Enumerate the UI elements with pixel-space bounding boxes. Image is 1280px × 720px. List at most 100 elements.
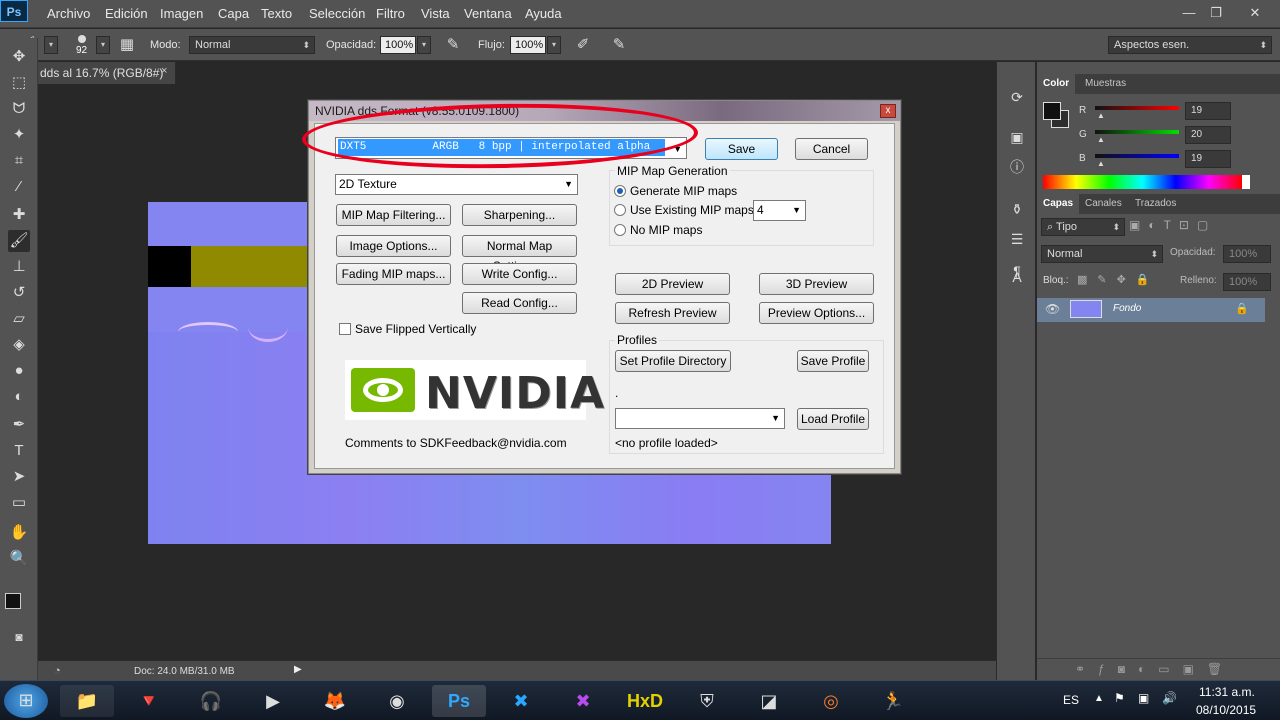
brush-preset-picker[interactable]: 92: [68, 33, 96, 59]
explorer-task-icon[interactable]: 📁: [60, 685, 114, 717]
start-button[interactable]: ⊞: [4, 684, 48, 718]
healing-brush-tool-icon[interactable]: ✚: [8, 204, 30, 226]
menu-seleccion[interactable]: Selección: [309, 6, 365, 21]
rectangle-tool-icon[interactable]: ▭: [8, 492, 30, 514]
xnview-task-icon[interactable]: ✖: [494, 685, 548, 717]
blender-task-icon[interactable]: ◎: [804, 685, 858, 717]
history-panel-icon[interactable]: ⟳: [1006, 86, 1028, 108]
layer-filter-select[interactable]: ⌕ Tipo ⬍: [1041, 218, 1125, 236]
lasso-tool-icon[interactable]: ᗢ: [8, 98, 30, 120]
blur-tool-icon[interactable]: ●: [8, 360, 30, 382]
load-profile-button[interactable]: Load Profile: [797, 408, 869, 430]
brush-presets-icon[interactable]: ▣: [1006, 126, 1028, 148]
layer-opacity-field[interactable]: 100%: [1223, 245, 1271, 263]
app-task-icon[interactable]: 🔻: [122, 685, 176, 717]
brush-size-dropdown[interactable]: ▾: [96, 36, 110, 54]
app2-task-icon[interactable]: ◉: [370, 685, 424, 717]
marquee-tool-icon[interactable]: ⬚: [8, 72, 30, 94]
menu-capa[interactable]: Capa: [218, 6, 249, 21]
foreground-color-swatch[interactable]: [5, 593, 21, 609]
network-icon[interactable]: ▣: [1138, 691, 1149, 705]
close-button[interactable]: ✕: [1242, 4, 1268, 22]
adjustments-icon[interactable]: ⚱: [1006, 198, 1028, 220]
minimize-button[interactable]: —: [1176, 4, 1202, 22]
eyedropper-tool-icon[interactable]: ⁄: [8, 176, 30, 198]
document-tab[interactable]: dds al 16.7% (RGB/8#) ×: [38, 62, 176, 84]
info-panel-icon[interactable]: ⓘ: [1006, 156, 1028, 178]
status-menu-arrow-icon[interactable]: ▶: [294, 664, 302, 675]
set-profile-directory-button[interactable]: Set Profile Directory: [615, 350, 731, 372]
player-task-icon[interactable]: ▶: [246, 685, 300, 717]
action-center-icon[interactable]: ⚑: [1114, 691, 1125, 705]
fill-field[interactable]: 100%: [1223, 273, 1271, 291]
layer-blend-select[interactable]: Normal ⬍: [1041, 245, 1163, 263]
path-selection-tool-icon[interactable]: ➤: [8, 466, 30, 488]
save-button[interactable]: Save: [705, 138, 778, 160]
pen-tool-icon[interactable]: ✒: [8, 414, 30, 436]
normal-map-settings-button[interactable]: Normal Map Settings...: [462, 235, 577, 273]
status-icon[interactable]: ◔: [54, 665, 61, 677]
blue-value[interactable]: 19: [1185, 150, 1231, 168]
crop-tool-icon[interactable]: ⌗: [8, 150, 30, 172]
red-value[interactable]: 19: [1185, 102, 1231, 120]
fading-mip-maps-button[interactable]: Fading MIP maps...: [336, 263, 451, 285]
blue-track[interactable]: [1095, 154, 1179, 158]
photoshop-logo[interactable]: Ps: [0, 0, 28, 22]
media-task-icon[interactable]: 🎧: [184, 685, 238, 717]
x-app-task-icon[interactable]: ✖: [556, 685, 610, 717]
lock-icons[interactable]: ▩✎✥🔒: [1077, 273, 1160, 286]
green-track[interactable]: [1095, 130, 1179, 134]
red-thumb-icon[interactable]: ▲: [1097, 111, 1105, 120]
menu-filtro[interactable]: Filtro: [376, 6, 405, 21]
generate-mip-radio[interactable]: [614, 185, 626, 197]
texture-type-select[interactable]: 2D Texture ▼: [335, 174, 578, 195]
mip-count-select[interactable]: 4 ▼: [753, 200, 806, 221]
hand-tool-icon[interactable]: ✋: [8, 522, 30, 544]
character-icon[interactable]: A: [1006, 266, 1028, 288]
tab-capas[interactable]: Capas: [1037, 194, 1080, 214]
cancel-button[interactable]: Cancel: [795, 138, 868, 160]
brush-panel-icon[interactable]: ▦: [117, 35, 137, 55]
blue-slider[interactable]: B ▲ 19: [1037, 150, 1280, 172]
mode-select[interactable]: Normal ⬍: [189, 36, 315, 54]
photoshop-task-icon[interactable]: Ps: [432, 685, 486, 717]
menu-edicion[interactable]: Edición: [105, 6, 148, 21]
flow-field[interactable]: 100%: [510, 36, 546, 54]
2d-preview-button[interactable]: 2D Preview: [615, 273, 730, 295]
sharpening-button[interactable]: Sharpening...: [462, 204, 577, 226]
layer-filter-icons[interactable]: ▣◐T⊡▢: [1129, 218, 1216, 232]
workspace-select[interactable]: Aspectos esen. ⬍: [1108, 36, 1272, 54]
opacity-dropdown[interactable]: ▾: [417, 36, 431, 54]
menu-ventana[interactable]: Ventana: [464, 6, 512, 21]
restore-button[interactable]: ❐: [1203, 4, 1229, 22]
pressure-size-icon[interactable]: ✎: [609, 35, 629, 55]
menu-ayuda[interactable]: Ayuda: [525, 6, 562, 21]
preview-options-button[interactable]: Preview Options...: [759, 302, 874, 324]
zoom-tool-icon[interactable]: 🔍: [8, 548, 30, 570]
save-profile-button[interactable]: Save Profile: [797, 350, 869, 372]
brush-tool-icon[interactable]: 🖌: [8, 230, 30, 252]
image-options-button[interactable]: Image Options...: [336, 235, 451, 257]
save-flipped-checkbox[interactable]: [339, 323, 351, 335]
volume-icon[interactable]: 🔊: [1162, 691, 1177, 705]
airbrush-icon[interactable]: ✐: [573, 35, 593, 55]
menu-vista[interactable]: Vista: [421, 6, 450, 21]
quick-mask-icon[interactable]: ◙: [8, 626, 30, 648]
read-config-button[interactable]: Read Config...: [462, 292, 577, 314]
clock-time[interactable]: 11:31 a.m.: [1199, 685, 1255, 699]
history-brush-tool-icon[interactable]: ↺: [8, 282, 30, 304]
green-slider[interactable]: G ▲ 20: [1037, 126, 1280, 148]
hxd-task-icon[interactable]: HxD: [618, 685, 672, 717]
tray-expand-icon[interactable]: ▲: [1094, 693, 1104, 704]
red-track[interactable]: [1095, 106, 1179, 110]
write-config-button[interactable]: Write Config...: [462, 263, 577, 285]
eraser-tool-icon[interactable]: ▱: [8, 308, 30, 330]
green-thumb-icon[interactable]: ▲: [1097, 135, 1105, 144]
move-tool-icon[interactable]: ✥: [8, 46, 30, 68]
visibility-eye-icon[interactable]: 👁: [1045, 302, 1060, 316]
menu-imagen[interactable]: Imagen: [160, 6, 203, 21]
type-tool-icon[interactable]: T: [8, 440, 30, 462]
blue-thumb-icon[interactable]: ▲: [1097, 159, 1105, 168]
app5-task-icon[interactable]: 🏃: [866, 685, 920, 717]
refresh-preview-button[interactable]: Refresh Preview: [615, 302, 730, 324]
